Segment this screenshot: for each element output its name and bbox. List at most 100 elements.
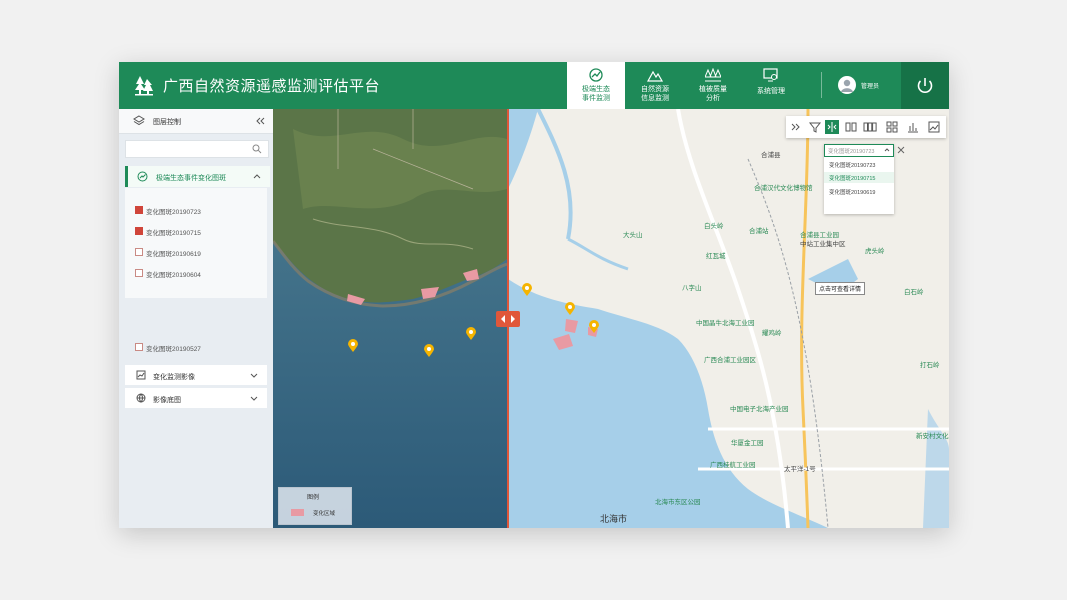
group-base-imagery[interactable]: 影像底图 [125,388,267,408]
grid-view-icon[interactable] [885,120,899,134]
map-label: 耀鸡岭 [762,330,782,337]
map-label: 广西合浦工业园区 [704,357,756,364]
date-select[interactable]: 变化图斑20190723 [824,144,894,157]
chevron-up-icon[interactable] [253,174,261,179]
split-view-icon[interactable] [844,120,858,134]
nav-label-line1: 系统管理 [757,88,785,95]
map-pin-icon[interactable] [589,320,599,334]
group-label: 影像底图 [153,397,181,404]
dropdown-option[interactable]: 变化图斑20190723 [829,161,875,169]
nav-natural-resource[interactable]: 自然资源 信息监测 [626,62,684,109]
map-label: 大头山 [623,232,643,239]
swipe-arrows-icon [501,315,515,323]
legend-swatch [291,509,304,516]
nav-label-line1: 植被质量 [699,86,727,93]
nav-label-line1: 极端生态 [582,86,610,93]
close-icon[interactable] [897,146,905,154]
map-label: 华厦金工园 [731,440,764,447]
layer-item-label: 变化图斑20190715 [146,230,201,237]
user-icon [841,79,853,92]
user-name[interactable]: 管理员 [861,81,879,90]
map-label: 合浦站 [749,228,769,235]
layer-checkbox[interactable] [135,248,143,256]
nav-system[interactable]: 系统管理 [742,62,800,109]
layer-panel-title: 图层控制 [153,119,181,126]
group-label: 变化监测影像 [153,374,195,381]
map-label: 中国电子北海产业园 [730,406,789,413]
layer-checkbox[interactable] [135,269,143,277]
three-view-icon[interactable] [863,120,877,134]
nav-extreme-eco[interactable]: 极端生态 事件监测 [567,62,625,109]
map-label: 中站工业集中区 [800,241,846,248]
bar-chart-icon[interactable] [906,120,920,134]
search-icon[interactable] [252,144,262,154]
power-button[interactable] [901,62,949,109]
mountain-icon [647,70,663,82]
group-extreme-eco-change[interactable]: 极端生态事件变化图斑 [125,166,270,187]
nav-vegetation[interactable]: 植被质量 分析 [684,62,742,109]
nav-label-line1: 自然资源 [641,86,669,93]
map-label: 新安村文化广场 [916,433,949,440]
satellite-imagery [273,109,507,528]
chevron-down-icon[interactable] [250,373,258,378]
map-label: 太平洋-1号 [784,466,816,473]
chevron-up-icon [884,148,890,152]
map-label: 虎头岭 [865,248,885,255]
legend-title: 图例 [307,495,320,501]
swipe-compare-icon[interactable] [825,120,839,134]
collapse-icon[interactable] [255,117,265,125]
map-pin-icon[interactable] [466,327,476,341]
monitor-gear-icon [763,68,778,82]
nav-label-line2: 信息监测 [641,95,669,102]
layer-search-input[interactable] [125,140,269,158]
power-icon [917,78,933,93]
layer-sidebar: 图层控制 极端生态事件变化图斑 变化图斑20190723 变化图斑2019071… [119,109,273,528]
globe-icon [136,393,146,403]
map-pin-icon[interactable] [348,339,358,353]
legend-item-label: 变化区域 [313,511,336,517]
group-change-imagery[interactable]: 变化监测影像 [125,365,267,385]
change-layer-list: 变化图斑20190723 变化图斑20190715 变化图斑20190619 变… [125,188,267,298]
satellite-map[interactable] [273,109,507,528]
map-pin-icon[interactable] [522,283,532,297]
expand-icon[interactable] [789,120,803,134]
avatar[interactable] [838,76,856,94]
app-window: 广西自然资源遥感监测评估平台 极端生态 事件监测 自然资源 信息监测 植被质量 … [119,62,949,528]
layer-item-label: 变化图斑20190723 [146,209,201,216]
app-title: 广西自然资源遥感监测评估平台 [163,78,381,95]
map-label: 红瓦城 [706,253,726,260]
date-select-value: 变化图斑20190723 [828,149,875,155]
map-label: 打石岭 [920,362,940,369]
map-toolbar [786,116,946,138]
dropdown-option[interactable]: 变化图斑20190619 [829,188,875,196]
map-label: 北海市东区公园 [655,499,701,506]
layer-item-label: 变化图斑20190619 [146,251,201,258]
map-pin-icon[interactable] [565,302,575,316]
map-label: 合浦县 [761,152,781,159]
dropdown-option[interactable]: 变化图斑20190715 [829,174,875,182]
image-chart-icon[interactable] [927,120,941,134]
layer-checkbox[interactable] [135,227,143,235]
map-label: 白石岭 [904,289,924,296]
layers-icon [133,115,145,126]
filter-icon[interactable] [808,120,822,134]
eco-group-icon [137,171,148,182]
top-header: 广西自然资源遥感监测评估平台 极端生态 事件监测 自然资源 信息监测 植被质量 … [119,62,949,109]
swipe-handle[interactable] [496,311,520,327]
map-label: 北海市 [600,514,628,524]
layer-panel-header: 图层控制 [119,109,273,134]
map-label: 白头岭 [704,223,724,230]
layer-checkbox[interactable] [135,343,143,351]
tree-logo-icon [135,76,153,96]
chevron-down-icon[interactable] [250,396,258,401]
nav-label-line2: 分析 [706,95,720,102]
nav-label-line2: 事件监测 [582,95,610,102]
leaf-chart-icon [589,68,603,82]
header-separator [821,72,822,98]
map-label: 广西桂航工业园 [710,462,756,469]
map-pin-icon[interactable] [424,344,434,358]
image-chart-icon [136,370,146,380]
map-label: 八字山 [682,285,702,292]
layer-checkbox[interactable] [135,206,143,214]
map-tooltip[interactable]: 点击可查看详情 [815,282,866,295]
